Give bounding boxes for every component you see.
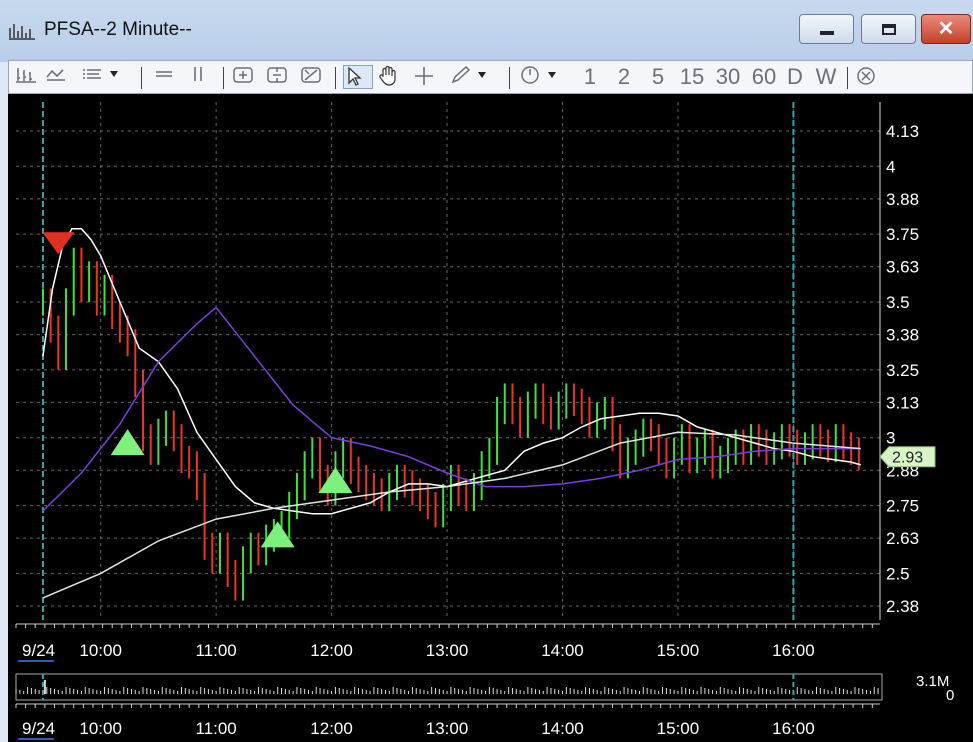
volume-time-time-label: 15:00	[657, 719, 700, 738]
close-icon: ✕	[937, 18, 955, 40]
minimize-button[interactable]	[799, 14, 854, 44]
volume-time-time-label: 16:00	[772, 719, 815, 738]
line-style-icon[interactable]	[45, 65, 71, 89]
y-tick-label: 4.13	[886, 122, 919, 141]
volume-pane	[15, 673, 883, 701]
y-tick-label: 3.13	[886, 393, 919, 412]
y-tick-label: 3.88	[886, 190, 919, 209]
price-time-time-label: 13:00	[426, 641, 469, 660]
y-tick-label: 2.75	[886, 497, 919, 516]
interval-button[interactable]: 15	[675, 64, 709, 89]
y-tick-label: 3	[886, 429, 895, 448]
clock-dropdown-icon[interactable]	[519, 65, 569, 89]
volume-time-time-label: 14:00	[541, 719, 584, 738]
crosshair-icon[interactable]	[413, 65, 441, 89]
minimize-icon	[819, 31, 834, 35]
price-chart[interactable]: 4.1343.883.753.633.53.383.253.1332.882.7…	[8, 94, 973, 742]
interval-button[interactable]: 5	[647, 64, 669, 89]
interval-button[interactable]: 60	[747, 64, 781, 89]
app-chart-icon	[8, 22, 36, 40]
y-tick-label: 3.75	[886, 225, 919, 244]
price-time-time-label: 11:00	[195, 641, 236, 660]
zoom-in-icon[interactable]	[231, 65, 259, 89]
close-button[interactable]: ✕	[921, 14, 971, 44]
volume-max-label: 3.1M	[916, 673, 949, 690]
volume-zero-label: 0	[946, 687, 954, 704]
toolbar-separator	[335, 67, 336, 89]
chart-background	[8, 94, 973, 742]
y-tick-label: 4	[886, 157, 895, 176]
hand-icon[interactable]	[377, 65, 405, 89]
volume-time-time-label: 11:00	[195, 719, 236, 738]
stop-icon[interactable]	[855, 65, 883, 89]
interval-button[interactable]: 30	[711, 64, 745, 89]
price-time-time-label: 12:00	[310, 641, 353, 660]
y-tick-label: 2.38	[886, 597, 919, 616]
price-time-time-label: 10:00	[79, 641, 122, 660]
bar-chart-icon[interactable]	[15, 65, 41, 89]
y-tick-label: 2.5	[886, 564, 910, 583]
zoom-fit-icon[interactable]	[299, 65, 327, 89]
window-title: PFSA--2 Minute--	[44, 19, 192, 40]
interval-button[interactable]: 1	[579, 64, 601, 89]
interval-button-daily[interactable]: D	[784, 64, 806, 89]
window-titlebar: PFSA--2 Minute-- ✕	[0, 0, 973, 62]
y-tick-label: 3.63	[886, 258, 919, 277]
price-time-date-label: 9/24	[22, 641, 55, 660]
zoom-out-icon[interactable]	[265, 65, 293, 89]
volume-time-time-label: 13:00	[426, 719, 469, 738]
pointer-icon[interactable]	[343, 65, 373, 89]
toolbar-separator	[141, 67, 142, 89]
horizontal-line-icon[interactable]	[153, 65, 179, 89]
y-tick-label: 3.25	[886, 361, 919, 380]
volume-time-time-label: 10:00	[79, 719, 122, 738]
price-time-time-label: 16:00	[772, 641, 815, 660]
interval-button[interactable]: 2	[613, 64, 635, 89]
last-price-label: 2.93	[892, 450, 923, 467]
price-time-date-underline	[18, 660, 54, 662]
maximize-button[interactable]	[861, 14, 916, 44]
chart-toolbar: 1 2 5 15 30 60 D W	[8, 60, 973, 94]
maximize-icon	[881, 23, 896, 35]
toolbar-separator	[223, 67, 224, 89]
y-tick-label: 3.5	[886, 293, 910, 312]
volume-time-date-underline	[18, 738, 54, 740]
y-tick-label: 2.63	[886, 529, 919, 548]
toolbar-separator	[847, 67, 848, 89]
chart-window[interactable]: 4.13 4 3.88 3.75 3.63 3.5 3.38 3.25 3.13 3 2.88 2.7…	[8, 94, 973, 742]
interval-button-weekly[interactable]: W	[813, 64, 839, 89]
toolbar-separator	[509, 67, 510, 89]
volume-time-date-label: 9/24	[22, 719, 55, 738]
volume-time-time-label: 12:00	[310, 719, 353, 738]
price-time-time-label: 15:00	[657, 641, 700, 660]
vertical-line-icon[interactable]	[187, 65, 213, 89]
pencil-dropdown-icon[interactable]	[449, 65, 499, 89]
price-time-time-label: 14:00	[541, 641, 584, 660]
y-tick-label: 3.38	[886, 326, 919, 345]
list-dropdown-icon[interactable]	[81, 65, 131, 89]
